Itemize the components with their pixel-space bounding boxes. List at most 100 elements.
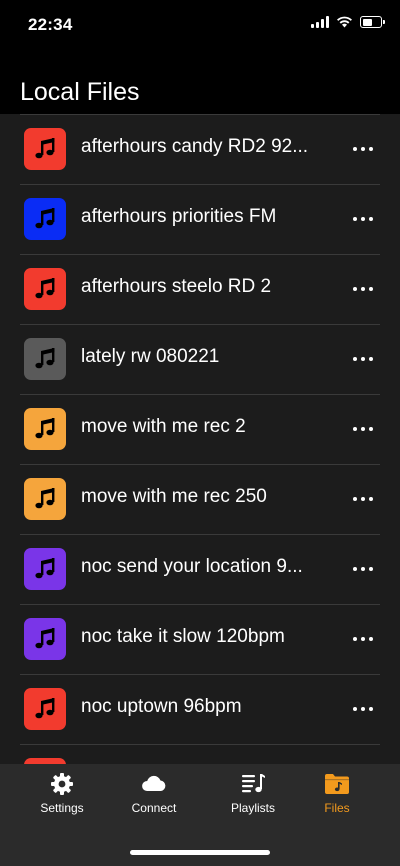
dot-icon bbox=[361, 147, 365, 151]
divider bbox=[20, 394, 380, 395]
list-item[interactable]: afterhours candy RD2 92... bbox=[0, 114, 400, 184]
divider bbox=[20, 674, 380, 675]
page-title: Local Files bbox=[20, 78, 140, 106]
dot-icon bbox=[353, 707, 357, 711]
dot-icon bbox=[353, 637, 357, 641]
file-name: afterhours priorities FM bbox=[81, 206, 277, 227]
list-item[interactable]: afterhours steelo RD 2 bbox=[0, 254, 400, 324]
list-item[interactable]: lately rw 080221 bbox=[0, 324, 400, 394]
music-note-icon bbox=[35, 348, 55, 369]
list-item[interactable]: move with me rec 2 bbox=[0, 394, 400, 464]
music-note-icon bbox=[35, 418, 55, 439]
dot-icon bbox=[369, 287, 373, 291]
dot-icon bbox=[361, 567, 365, 571]
dot-icon bbox=[369, 707, 373, 711]
file-name: move with me rec 250 bbox=[81, 486, 267, 507]
dot-icon bbox=[369, 567, 373, 571]
file-name: noc take it slow 120bpm bbox=[81, 626, 285, 647]
dot-icon bbox=[353, 287, 357, 291]
dot-icon bbox=[361, 427, 365, 431]
status-icons bbox=[311, 16, 385, 28]
file-artwork bbox=[24, 268, 66, 310]
home-indicator[interactable] bbox=[130, 850, 270, 855]
divider bbox=[20, 604, 380, 605]
file-artwork bbox=[24, 198, 66, 240]
music-note-icon bbox=[35, 488, 55, 509]
divider bbox=[20, 534, 380, 535]
more-options-button[interactable] bbox=[346, 484, 380, 514]
dot-icon bbox=[353, 147, 357, 151]
folder-music-icon bbox=[325, 774, 349, 794]
dot-icon bbox=[353, 357, 357, 361]
status-time: 22:34 bbox=[28, 15, 73, 34]
dot-icon bbox=[361, 217, 365, 221]
divider bbox=[20, 114, 380, 115]
more-options-button[interactable] bbox=[346, 554, 380, 584]
wifi-icon bbox=[337, 16, 352, 28]
divider bbox=[20, 254, 380, 255]
file-name: afterhours candy RD2 92... bbox=[81, 136, 309, 157]
music-note-icon bbox=[35, 628, 55, 649]
list-item[interactable] bbox=[0, 744, 400, 764]
dot-icon bbox=[361, 357, 365, 361]
tab-connect[interactable]: Connect bbox=[104, 772, 204, 818]
list-item[interactable]: afterhours priorities FM bbox=[0, 184, 400, 254]
list-item[interactable]: move with me rec 250 bbox=[0, 464, 400, 534]
divider bbox=[20, 744, 380, 745]
more-options-button[interactable] bbox=[346, 204, 380, 234]
file-name: lately rw 080221 bbox=[81, 346, 220, 367]
dot-icon bbox=[369, 497, 373, 501]
file-artwork bbox=[24, 338, 66, 380]
more-options-button[interactable] bbox=[346, 414, 380, 444]
tab-bar: Settings Connect Playlists Files bbox=[0, 764, 400, 866]
dot-icon bbox=[353, 427, 357, 431]
dot-icon bbox=[369, 427, 373, 431]
playlist-icon bbox=[242, 774, 265, 793]
music-note-icon bbox=[35, 138, 55, 159]
file-list[interactable]: afterhours candy RD2 92... afterhours pri… bbox=[0, 114, 400, 764]
dot-icon bbox=[369, 147, 373, 151]
music-note-icon bbox=[35, 558, 55, 579]
file-artwork bbox=[24, 408, 66, 450]
tab-label: Connect bbox=[131, 801, 177, 815]
dot-icon bbox=[361, 637, 365, 641]
file-artwork bbox=[24, 548, 66, 590]
tab-settings[interactable]: Settings bbox=[12, 772, 112, 818]
music-note-icon bbox=[35, 208, 55, 229]
more-options-button[interactable] bbox=[346, 274, 380, 304]
dot-icon bbox=[353, 497, 357, 501]
dot-icon bbox=[369, 217, 373, 221]
more-options-button[interactable] bbox=[346, 624, 380, 654]
divider bbox=[20, 184, 380, 185]
file-artwork bbox=[24, 618, 66, 660]
file-name: move with me rec 2 bbox=[81, 416, 246, 437]
cellular-signal-icon bbox=[311, 16, 329, 28]
header: Local Files bbox=[0, 48, 400, 114]
divider bbox=[20, 464, 380, 465]
divider bbox=[20, 324, 380, 325]
dot-icon bbox=[361, 287, 365, 291]
cloud-icon bbox=[142, 775, 166, 791]
list-item[interactable]: noc take it slow 120bpm bbox=[0, 604, 400, 674]
battery-icon bbox=[360, 16, 385, 28]
tab-label: Settings bbox=[40, 801, 84, 815]
tab-label: Playlists bbox=[230, 801, 275, 815]
more-options-button[interactable] bbox=[346, 134, 380, 164]
more-options-button[interactable] bbox=[346, 694, 380, 724]
dot-icon bbox=[353, 567, 357, 571]
tab-files[interactable]: Files bbox=[287, 772, 387, 818]
file-name: afterhours steelo RD 2 bbox=[81, 276, 272, 297]
file-name: noc send your location 9... bbox=[81, 556, 303, 577]
status-bar: 22:34 bbox=[0, 0, 400, 48]
dot-icon bbox=[353, 217, 357, 221]
more-options-button[interactable] bbox=[346, 344, 380, 374]
file-artwork bbox=[24, 128, 66, 170]
music-note-icon bbox=[35, 278, 55, 299]
file-artwork bbox=[24, 478, 66, 520]
file-name: noc uptown 96bpm bbox=[81, 696, 242, 717]
music-note-icon bbox=[35, 698, 55, 719]
list-item[interactable]: noc uptown 96bpm bbox=[0, 674, 400, 744]
list-item[interactable]: noc send your location 9... bbox=[0, 534, 400, 604]
gear-icon bbox=[51, 773, 73, 795]
tab-label: Files bbox=[324, 801, 350, 815]
